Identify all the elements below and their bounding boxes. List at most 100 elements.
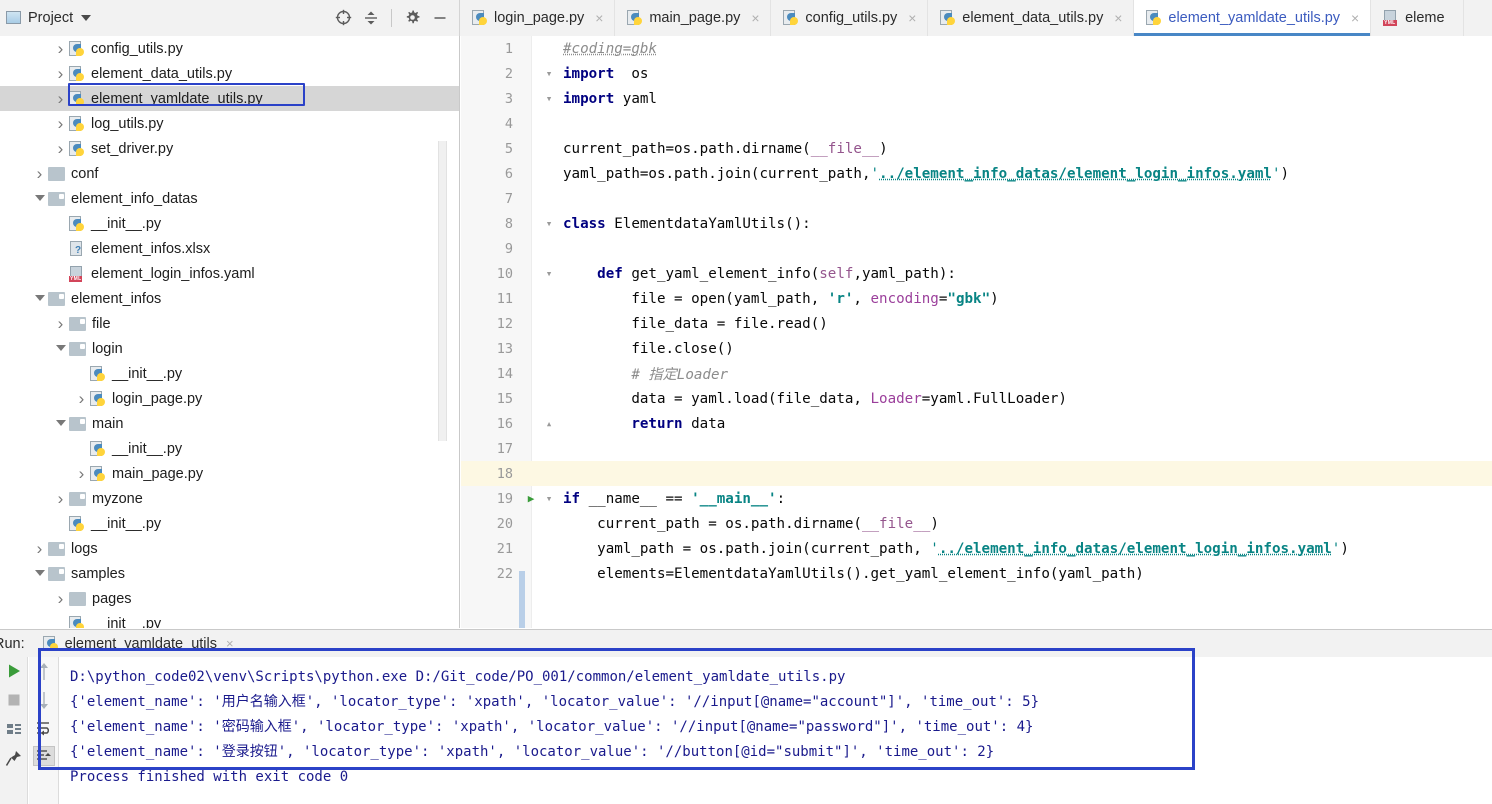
stop-icon[interactable] <box>3 690 25 710</box>
tree-item-config-utils-py[interactable]: config_utils.py <box>0 36 459 61</box>
run-gutter-icon[interactable]: ▶ <box>521 492 541 505</box>
close-icon[interactable]: × <box>1112 11 1124 25</box>
tree-item-file[interactable]: file <box>0 311 459 336</box>
tree-expand-expanded-icon[interactable] <box>52 418 69 430</box>
tree-item-set-driver-py[interactable]: set_driver.py <box>0 136 459 161</box>
tree-item-login[interactable]: login <box>0 336 459 361</box>
close-icon[interactable]: × <box>906 11 918 25</box>
project-panel-header[interactable]: Project <box>0 0 460 36</box>
code-line-7[interactable]: 7 <box>461 186 1492 211</box>
code-line-22[interactable]: 22 elements=ElementdataYamlUtils().get_y… <box>461 561 1492 586</box>
arrow-down-icon[interactable] <box>33 690 55 710</box>
code-line-1[interactable]: 1 #coding=gbk <box>461 36 1492 61</box>
code-line-5[interactable]: 5 current_path=os.path.dirname(__file__) <box>461 136 1492 161</box>
collapse-all-icon[interactable] <box>358 5 384 31</box>
tree-item-element-login-infos-yaml[interactable]: YML element_login_infos.yaml <box>0 261 459 286</box>
code-line-3[interactable]: 3 ▾ import yaml <box>461 86 1492 111</box>
code-fold-icon[interactable]: ▴ <box>541 417 557 430</box>
tree-expand-collapsed-icon[interactable] <box>73 390 90 407</box>
run-icon[interactable] <box>3 661 25 681</box>
tree-item-main[interactable]: main <box>0 411 459 436</box>
code-line-15[interactable]: 15 data = yaml.load(file_data, Loader=ya… <box>461 386 1492 411</box>
tree-item---init---py[interactable]: __init__.py <box>0 211 459 236</box>
close-icon[interactable]: × <box>749 11 761 25</box>
tree-item-conf[interactable]: conf <box>0 161 459 186</box>
soft-wrap-icon[interactable] <box>33 718 55 738</box>
close-icon[interactable]: × <box>593 11 605 25</box>
gear-icon[interactable] <box>399 5 425 31</box>
locate-target-icon[interactable] <box>330 5 356 31</box>
code-line-16[interactable]: 16 ▴ return data <box>461 411 1492 436</box>
tree-item---init---py[interactable]: __init__.py <box>0 511 459 536</box>
console-output[interactable]: D:\python_code02\venv\Scripts\python.exe… <box>60 657 1492 804</box>
tree-item-main-page-py[interactable]: main_page.py <box>0 461 459 486</box>
code-line-10[interactable]: 10 ▾ def get_yaml_element_info(self,yaml_… <box>461 261 1492 286</box>
code-line-17[interactable]: 17 <box>461 436 1492 461</box>
tree-item-element-infos[interactable]: element_infos <box>0 286 459 311</box>
close-icon[interactable]: × <box>1349 11 1361 25</box>
tree-item-element-data-utils-py[interactable]: element_data_utils.py <box>0 61 459 86</box>
code-line-12[interactable]: 12 file_data = file.read() <box>461 311 1492 336</box>
chevron-down-icon[interactable] <box>81 14 92 21</box>
code-line-6[interactable]: 6 yaml_path=os.path.join(current_path,'..… <box>461 161 1492 186</box>
project-tree-scrollbar[interactable] <box>438 141 447 441</box>
editor-tab-element_data_utils-py[interactable]: element_data_utils.py × <box>928 0 1135 36</box>
console-icon[interactable] <box>3 719 25 739</box>
code-line-20[interactable]: 20 current_path = os.path.dirname(__file… <box>461 511 1492 536</box>
code-line-21[interactable]: 21 yaml_path = os.path.join(current_path… <box>461 536 1492 561</box>
code-line-11[interactable]: 11 file = open(yaml_path, 'r', encoding=… <box>461 286 1492 311</box>
tree-item-element-info-datas[interactable]: element_info_datas <box>0 186 459 211</box>
tree-item-element-infos-xlsx[interactable]: ? element_infos.xlsx <box>0 236 459 261</box>
code-line-2[interactable]: 2 ▾ import os <box>461 61 1492 86</box>
tree-item---init---py[interactable]: __init__.py <box>0 361 459 386</box>
tree-expand-collapsed-icon[interactable] <box>73 465 90 482</box>
editor-tab-main_page-py[interactable]: main_page.py × <box>615 0 772 36</box>
tree-expand-expanded-icon[interactable] <box>31 293 48 305</box>
code-fold-icon[interactable]: ▾ <box>541 492 557 505</box>
tree-expand-expanded-icon[interactable] <box>52 343 69 355</box>
project-tree-panel[interactable]: config_utils.py element_data_utils.pyelem… <box>0 36 460 628</box>
code-line-9[interactable]: 9 <box>461 236 1492 261</box>
close-icon[interactable]: × <box>226 636 234 651</box>
tree-item-pages[interactable]: pages <box>0 586 459 611</box>
tree-expand-expanded-icon[interactable] <box>31 193 48 205</box>
code-fold-icon[interactable]: ▾ <box>541 92 557 105</box>
tree-expand-collapsed-icon[interactable] <box>52 315 69 332</box>
tree-expand-expanded-icon[interactable] <box>31 568 48 580</box>
code-line-13[interactable]: 13 file.close() <box>461 336 1492 361</box>
code-line-14[interactable]: 14 # 指定Loader <box>461 361 1492 386</box>
code-line-19[interactable]: 19 ▶ ▾ if __name__ == '__main__': <box>461 486 1492 511</box>
tree-expand-collapsed-icon[interactable] <box>52 40 69 57</box>
code-fold-icon[interactable]: ▾ <box>541 217 557 230</box>
tree-expand-collapsed-icon[interactable] <box>52 490 69 507</box>
tree-item---init---py[interactable]: __init__.py <box>0 436 459 461</box>
pin-icon[interactable] <box>3 748 25 768</box>
tree-expand-collapsed-icon[interactable] <box>31 540 48 557</box>
tree-expand-collapsed-icon[interactable] <box>52 90 69 107</box>
tree-item-element-yamldate-utils-py[interactable]: element_yamldate_utils.py <box>0 86 459 111</box>
code-line-8[interactable]: 8 ▾ class ElementdataYamlUtils(): <box>461 211 1492 236</box>
tree-expand-collapsed-icon[interactable] <box>52 140 69 157</box>
scroll-to-end-icon[interactable] <box>32 746 55 766</box>
tree-item-myzone[interactable]: myzone <box>0 486 459 511</box>
tree-item-samples[interactable]: samples <box>0 561 459 586</box>
editor-tab-element_yamldate_utils-py[interactable]: element_yamldate_utils.py × <box>1134 0 1372 36</box>
run-configuration-tab[interactable]: element_yamldate_utils × <box>42 635 234 652</box>
code-line-18[interactable]: 18 <box>461 461 1492 486</box>
tree-expand-collapsed-icon[interactable] <box>31 165 48 182</box>
code-line-4[interactable]: 4 <box>461 111 1492 136</box>
arrow-up-icon[interactable] <box>33 662 55 682</box>
tree-expand-collapsed-icon[interactable] <box>52 65 69 82</box>
code-fold-icon[interactable]: ▾ <box>541 67 557 80</box>
code-lines[interactable]: 1 #coding=gbk 2 ▾ import os 3 ▾ import yaml 4 5 cu… <box>461 36 1492 628</box>
editor-tab-eleme[interactable]: YML eleme <box>1371 0 1464 36</box>
tree-item-logs[interactable]: logs <box>0 536 459 561</box>
tree-expand-collapsed-icon[interactable] <box>52 115 69 132</box>
editor-tab-config_utils-py[interactable]: config_utils.py × <box>771 0 929 36</box>
editor-tab-login_page-py[interactable]: login_page.py × <box>460 0 616 36</box>
tree-item-login-page-py[interactable]: login_page.py <box>0 386 459 411</box>
code-editor[interactable]: 1 #coding=gbk 2 ▾ import os 3 ▾ import yaml 4 5 cu… <box>461 36 1492 628</box>
code-fold-icon[interactable]: ▾ <box>541 267 557 280</box>
tree-item-log-utils-py[interactable]: log_utils.py <box>0 111 459 136</box>
minimize-icon[interactable] <box>427 5 453 31</box>
